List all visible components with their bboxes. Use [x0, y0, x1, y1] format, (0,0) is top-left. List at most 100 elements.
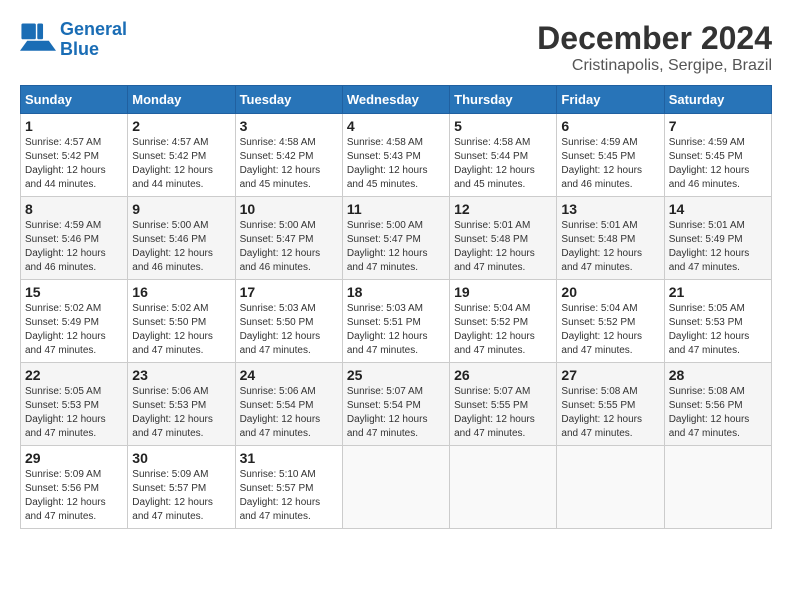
page-header: General Blue December 2024 Cristinapolis… [20, 20, 772, 75]
day-number: 5 [454, 118, 552, 134]
day-info: Sunrise: 5:00 AMSunset: 5:47 PMDaylight:… [240, 220, 321, 273]
logo-line1: General [60, 19, 127, 39]
day-number: 30 [132, 450, 230, 466]
calendar-day-cell: 13 Sunrise: 5:01 AMSunset: 5:48 PMDaylig… [557, 197, 664, 280]
col-monday: Monday [128, 86, 235, 114]
calendar-day-cell: 26 Sunrise: 5:07 AMSunset: 5:55 PMDaylig… [450, 363, 557, 446]
day-info: Sunrise: 4:58 AMSunset: 5:42 PMDaylight:… [240, 137, 321, 190]
day-number: 20 [561, 284, 659, 300]
day-info: Sunrise: 5:07 AMSunset: 5:55 PMDaylight:… [454, 386, 535, 439]
day-number: 4 [347, 118, 445, 134]
day-info: Sunrise: 4:59 AMSunset: 5:45 PMDaylight:… [561, 137, 642, 190]
day-number: 24 [240, 367, 338, 383]
day-info: Sunrise: 4:57 AMSunset: 5:42 PMDaylight:… [132, 137, 213, 190]
day-info: Sunrise: 5:06 AMSunset: 5:53 PMDaylight:… [132, 386, 213, 439]
day-number: 18 [347, 284, 445, 300]
calendar-day-cell: 21 Sunrise: 5:05 AMSunset: 5:53 PMDaylig… [664, 280, 771, 363]
calendar-day-cell: 4 Sunrise: 4:58 AMSunset: 5:43 PMDayligh… [342, 114, 449, 197]
calendar-day-cell: 14 Sunrise: 5:01 AMSunset: 5:49 PMDaylig… [664, 197, 771, 280]
day-info: Sunrise: 5:06 AMSunset: 5:54 PMDaylight:… [240, 386, 321, 439]
day-number: 13 [561, 201, 659, 217]
day-number: 27 [561, 367, 659, 383]
calendar-day-cell: 27 Sunrise: 5:08 AMSunset: 5:55 PMDaylig… [557, 363, 664, 446]
day-number: 2 [132, 118, 230, 134]
day-info: Sunrise: 5:01 AMSunset: 5:49 PMDaylight:… [669, 220, 750, 273]
day-number: 11 [347, 201, 445, 217]
col-saturday: Saturday [664, 86, 771, 114]
calendar-day-cell: 8 Sunrise: 4:59 AMSunset: 5:46 PMDayligh… [21, 197, 128, 280]
day-info: Sunrise: 4:57 AMSunset: 5:42 PMDaylight:… [25, 137, 106, 190]
day-info: Sunrise: 4:59 AMSunset: 5:46 PMDaylight:… [25, 220, 106, 273]
month-title: December 2024 [537, 20, 772, 57]
calendar-day-cell: 31 Sunrise: 5:10 AMSunset: 5:57 PMDaylig… [235, 446, 342, 529]
col-friday: Friday [557, 86, 664, 114]
col-thursday: Thursday [450, 86, 557, 114]
day-info: Sunrise: 4:58 AMSunset: 5:43 PMDaylight:… [347, 137, 428, 190]
day-number: 25 [347, 367, 445, 383]
logo-text: General Blue [60, 20, 127, 60]
day-info: Sunrise: 5:10 AMSunset: 5:57 PMDaylight:… [240, 469, 321, 522]
day-info: Sunrise: 5:02 AMSunset: 5:50 PMDaylight:… [132, 303, 213, 356]
day-number: 10 [240, 201, 338, 217]
calendar-header-row: Sunday Monday Tuesday Wednesday Thursday… [21, 86, 772, 114]
day-number: 29 [25, 450, 123, 466]
calendar-day-cell: 15 Sunrise: 5:02 AMSunset: 5:49 PMDaylig… [21, 280, 128, 363]
day-info: Sunrise: 5:07 AMSunset: 5:54 PMDaylight:… [347, 386, 428, 439]
logo-icon [20, 22, 56, 58]
col-tuesday: Tuesday [235, 86, 342, 114]
calendar-week-row: 1 Sunrise: 4:57 AMSunset: 5:42 PMDayligh… [21, 114, 772, 197]
calendar-day-cell: 16 Sunrise: 5:02 AMSunset: 5:50 PMDaylig… [128, 280, 235, 363]
calendar-week-row: 15 Sunrise: 5:02 AMSunset: 5:49 PMDaylig… [21, 280, 772, 363]
day-info: Sunrise: 5:04 AMSunset: 5:52 PMDaylight:… [454, 303, 535, 356]
calendar-day-cell: 30 Sunrise: 5:09 AMSunset: 5:57 PMDaylig… [128, 446, 235, 529]
calendar-day-cell: 22 Sunrise: 5:05 AMSunset: 5:53 PMDaylig… [21, 363, 128, 446]
calendar-day-cell: 20 Sunrise: 5:04 AMSunset: 5:52 PMDaylig… [557, 280, 664, 363]
day-info: Sunrise: 5:01 AMSunset: 5:48 PMDaylight:… [561, 220, 642, 273]
day-info: Sunrise: 5:08 AMSunset: 5:56 PMDaylight:… [669, 386, 750, 439]
col-sunday: Sunday [21, 86, 128, 114]
calendar-week-row: 8 Sunrise: 4:59 AMSunset: 5:46 PMDayligh… [21, 197, 772, 280]
calendar-day-cell: 19 Sunrise: 5:04 AMSunset: 5:52 PMDaylig… [450, 280, 557, 363]
calendar-day-cell: 18 Sunrise: 5:03 AMSunset: 5:51 PMDaylig… [342, 280, 449, 363]
calendar-day-cell: 3 Sunrise: 4:58 AMSunset: 5:42 PMDayligh… [235, 114, 342, 197]
calendar-day-cell: 24 Sunrise: 5:06 AMSunset: 5:54 PMDaylig… [235, 363, 342, 446]
calendar-week-row: 22 Sunrise: 5:05 AMSunset: 5:53 PMDaylig… [21, 363, 772, 446]
calendar-day-cell: 17 Sunrise: 5:03 AMSunset: 5:50 PMDaylig… [235, 280, 342, 363]
calendar-day-cell: 28 Sunrise: 5:08 AMSunset: 5:56 PMDaylig… [664, 363, 771, 446]
day-number: 1 [25, 118, 123, 134]
day-info: Sunrise: 5:02 AMSunset: 5:49 PMDaylight:… [25, 303, 106, 356]
calendar-day-cell [342, 446, 449, 529]
title-block: December 2024 Cristinapolis, Sergipe, Br… [537, 20, 772, 75]
calendar-day-cell: 9 Sunrise: 5:00 AMSunset: 5:46 PMDayligh… [128, 197, 235, 280]
day-info: Sunrise: 5:08 AMSunset: 5:55 PMDaylight:… [561, 386, 642, 439]
day-number: 23 [132, 367, 230, 383]
day-info: Sunrise: 4:59 AMSunset: 5:45 PMDaylight:… [669, 137, 750, 190]
day-info: Sunrise: 5:04 AMSunset: 5:52 PMDaylight:… [561, 303, 642, 356]
day-number: 21 [669, 284, 767, 300]
calendar-day-cell: 6 Sunrise: 4:59 AMSunset: 5:45 PMDayligh… [557, 114, 664, 197]
calendar-day-cell: 25 Sunrise: 5:07 AMSunset: 5:54 PMDaylig… [342, 363, 449, 446]
day-number: 7 [669, 118, 767, 134]
day-info: Sunrise: 5:09 AMSunset: 5:56 PMDaylight:… [25, 469, 106, 522]
day-number: 26 [454, 367, 552, 383]
calendar-day-cell: 7 Sunrise: 4:59 AMSunset: 5:45 PMDayligh… [664, 114, 771, 197]
day-info: Sunrise: 5:03 AMSunset: 5:51 PMDaylight:… [347, 303, 428, 356]
calendar-day-cell: 1 Sunrise: 4:57 AMSunset: 5:42 PMDayligh… [21, 114, 128, 197]
day-number: 3 [240, 118, 338, 134]
calendar-day-cell: 5 Sunrise: 4:58 AMSunset: 5:44 PMDayligh… [450, 114, 557, 197]
calendar-day-cell [664, 446, 771, 529]
calendar-day-cell: 23 Sunrise: 5:06 AMSunset: 5:53 PMDaylig… [128, 363, 235, 446]
day-number: 12 [454, 201, 552, 217]
day-number: 31 [240, 450, 338, 466]
day-number: 14 [669, 201, 767, 217]
day-info: Sunrise: 5:09 AMSunset: 5:57 PMDaylight:… [132, 469, 213, 522]
day-number: 17 [240, 284, 338, 300]
day-number: 8 [25, 201, 123, 217]
day-info: Sunrise: 5:01 AMSunset: 5:48 PMDaylight:… [454, 220, 535, 273]
day-number: 6 [561, 118, 659, 134]
calendar-day-cell: 29 Sunrise: 5:09 AMSunset: 5:56 PMDaylig… [21, 446, 128, 529]
day-number: 9 [132, 201, 230, 217]
day-info: Sunrise: 4:58 AMSunset: 5:44 PMDaylight:… [454, 137, 535, 190]
calendar-day-cell [557, 446, 664, 529]
logo: General Blue [20, 20, 127, 60]
